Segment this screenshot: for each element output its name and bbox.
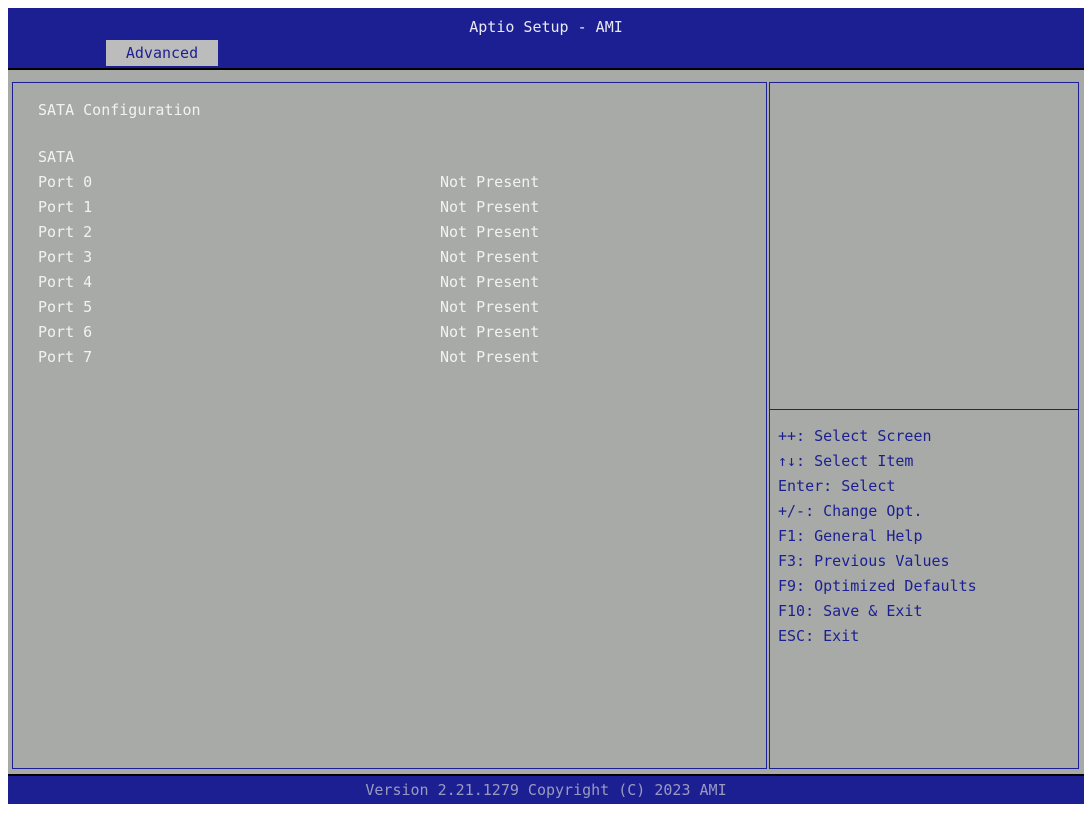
version-text: Version 2.21.1279 Copyright (C) 2023 AMI bbox=[365, 781, 727, 799]
port-4-status: Not Present bbox=[440, 273, 540, 291]
port-1-status: Not Present bbox=[440, 198, 540, 216]
help-enter-select: Enter: Select bbox=[778, 477, 896, 495]
port-4-label: Port 4 bbox=[38, 273, 93, 291]
port-6-label: Port 6 bbox=[38, 323, 93, 341]
port-0-status: Not Present bbox=[440, 173, 540, 191]
port-5-label: Port 5 bbox=[38, 298, 93, 316]
help-esc-exit: ESC: Exit bbox=[778, 627, 860, 645]
main-body: SATA Configuration SATA Port 0 Not Prese… bbox=[8, 70, 1084, 774]
port-3-status: Not Present bbox=[440, 248, 540, 266]
port-0-label: Port 0 bbox=[38, 173, 93, 191]
help-select-screen: ++: Select Screen bbox=[778, 427, 932, 445]
settings-panel: SATA Configuration SATA Port 0 Not Prese… bbox=[12, 82, 767, 769]
help-change-opt: +/-: Change Opt. bbox=[778, 502, 923, 520]
help-save-exit: F10: Save & Exit bbox=[778, 602, 923, 620]
app-title: Aptio Setup - AMI bbox=[469, 18, 623, 36]
bios-screen: Aptio Setup - AMI Advanced SATA Configur… bbox=[8, 8, 1084, 804]
help-divider bbox=[770, 409, 1078, 410]
port-1-label: Port 1 bbox=[38, 198, 93, 216]
sata-group-label: SATA bbox=[38, 148, 75, 166]
port-2-status: Not Present bbox=[440, 223, 540, 241]
footer-bar: Version 2.21.1279 Copyright (C) 2023 AMI bbox=[8, 776, 1084, 804]
help-previous-values: F3: Previous Values bbox=[778, 552, 950, 570]
port-7-status: Not Present bbox=[440, 348, 540, 366]
port-3-label: Port 3 bbox=[38, 248, 93, 266]
help-general-help: F1: General Help bbox=[778, 527, 923, 545]
help-select-item: ↑↓: Select Item bbox=[778, 452, 914, 470]
port-6-status: Not Present bbox=[440, 323, 540, 341]
help-optimized-defaults: F9: Optimized Defaults bbox=[778, 577, 977, 595]
tab-advanced[interactable]: Advanced bbox=[106, 40, 218, 66]
section-title: SATA Configuration bbox=[38, 101, 201, 119]
header-bar: Aptio Setup - AMI Advanced bbox=[8, 8, 1084, 68]
port-5-status: Not Present bbox=[440, 298, 540, 316]
help-panel: ++: Select Screen ↑↓: Select Item Enter:… bbox=[769, 82, 1079, 769]
port-2-label: Port 2 bbox=[38, 223, 93, 241]
port-7-label: Port 7 bbox=[38, 348, 93, 366]
